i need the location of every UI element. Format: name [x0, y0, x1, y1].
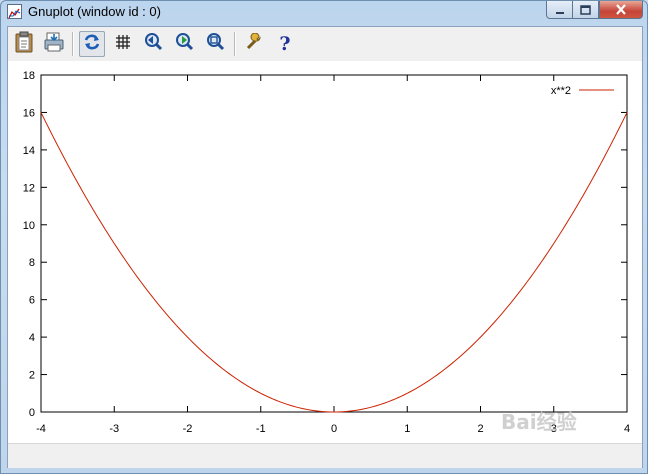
plot-border: [40, 74, 628, 413]
replot-button[interactable]: [79, 31, 105, 57]
gnuplot-app-icon: [7, 4, 22, 19]
y-tick-label: 16: [23, 107, 35, 119]
client-area: ? -4 -3 -2 -1 0 1 2 3 4 0 2 4 6 8 10 12 14 16 18 x**2: [7, 26, 643, 468]
unzoom-button[interactable]: [203, 31, 229, 57]
gnuplot-window: Gnuplot (window id : 0) ? -4 -3 -2 -1 0 …: [0, 0, 648, 474]
x-tick-label: 1: [404, 423, 410, 435]
x-tick-label: -1: [256, 423, 266, 435]
options-button[interactable]: [241, 31, 267, 57]
maximize-icon: [580, 0, 591, 19]
close-icon: [615, 0, 627, 19]
watermark: Bai经验: [501, 410, 577, 434]
close-button[interactable]: [599, 1, 643, 19]
x-tick-label: -2: [183, 423, 193, 435]
zoom-next-icon: [175, 32, 195, 56]
y-tick-label: 12: [23, 182, 35, 194]
y-tick-label: 0: [29, 407, 35, 419]
toolbar: ?: [8, 27, 642, 61]
help-button[interactable]: ?: [272, 31, 298, 57]
print-button[interactable]: [41, 31, 67, 57]
x-tick-label: -4: [36, 423, 46, 435]
grid-icon: [115, 34, 131, 54]
options-wrench-icon: [245, 32, 263, 55]
toggle-grid-button[interactable]: [110, 31, 136, 57]
x-tick-label: 2: [477, 423, 483, 435]
copy-to-clipboard-button[interactable]: [11, 31, 37, 57]
minimize-icon: [555, 0, 565, 19]
y-tick-label: 18: [23, 70, 35, 82]
y-tick-label: 14: [23, 145, 35, 157]
y-tick-label: 4: [29, 332, 35, 344]
toolbar-separator: [234, 32, 236, 56]
plot-area[interactable]: -4 -3 -2 -1 0 1 2 3 4 0 2 4 6 8 10 12 14 16 18 x**2: [8, 61, 642, 443]
legend-label: x**2: [551, 85, 571, 97]
clipboard-icon: [13, 31, 35, 57]
minimize-button[interactable]: [546, 1, 573, 19]
zoom-next-button[interactable]: [172, 31, 198, 57]
toolbar-separator: [72, 32, 74, 56]
series-line-x-2: [40, 112, 628, 413]
print-icon: [43, 31, 65, 57]
chart-svg: -4 -3 -2 -1 0 1 2 3 4024681012141618x**2: [23, 70, 630, 435]
title-bar[interactable]: Gnuplot (window id : 0): [1, 1, 648, 25]
unzoom-icon: [206, 32, 226, 56]
x-tick-label: 4: [624, 423, 630, 435]
maximize-button[interactable]: [573, 1, 599, 19]
y-tick-label: 10: [23, 220, 35, 232]
window-title: Gnuplot (window id : 0): [28, 4, 161, 19]
help-icon: ?: [279, 33, 291, 55]
y-tick-label: 6: [29, 295, 35, 307]
x-tick-label: 0: [331, 423, 337, 435]
y-tick-label: 2: [29, 370, 35, 382]
x-tick-label: -3: [109, 423, 119, 435]
y-tick-label: 8: [29, 257, 35, 269]
status-bar: [8, 443, 642, 468]
zoom-previous-button[interactable]: [141, 31, 167, 57]
zoom-previous-icon: [144, 32, 164, 56]
replot-icon: [83, 33, 101, 55]
